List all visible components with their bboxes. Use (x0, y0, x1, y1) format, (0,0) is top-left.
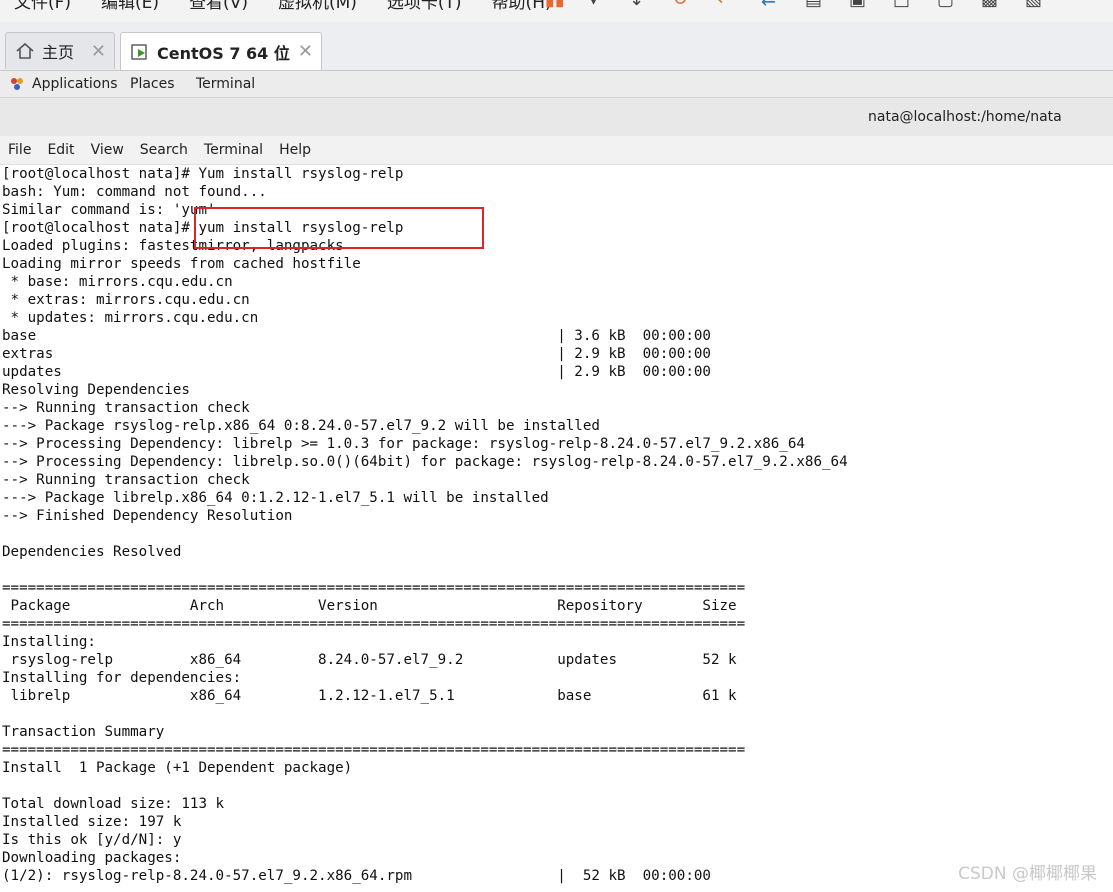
terminal-line: Transaction Summary (2, 724, 165, 740)
terminal-line: ---> Package rsyslog-relp.x86_64 0:8.24.… (2, 418, 600, 434)
terminal-output[interactable]: [root@localhost nata]# Yum install rsysl… (2, 165, 1102, 892)
terminal-line: [root@localhost nata]# yum install rsysl… (2, 220, 404, 236)
terminal-menu-terminal[interactable]: Terminal (196, 136, 271, 164)
terminal-titlebar[interactable]: nata@localhost:/home/nata (0, 97, 1113, 137)
terminal-line: Dependencies Resolved (2, 544, 182, 560)
menu-help[interactable]: 帮助(H) (492, 0, 552, 13)
fullscreen-icon[interactable]: □ (893, 0, 917, 9)
terminal-line: ---> Package librelp.x86_64 0:1.2.12-1.e… (2, 490, 549, 506)
tab-home[interactable]: 主页 ✕ (5, 32, 115, 69)
terminal-line: --> Running transaction check (2, 472, 250, 488)
menu-file[interactable]: 文件(F) (14, 0, 71, 13)
terminal-line: Resolving Dependencies (2, 382, 190, 398)
menu-tabs[interactable]: 选项卡(T) (387, 0, 462, 13)
terminal-line: Similar command is: 'yum' (2, 202, 216, 218)
terminal-line: Loaded plugins: fastestmirror, langpacks (2, 238, 344, 254)
vmware-menubar: 文件(F) 编辑(E) 查看(V) 虚拟机(M) 选项卡(T) 帮助(H) ▮▮… (0, 0, 1113, 22)
terminal-app-menu[interactable]: Terminal (196, 76, 255, 92)
terminal-line: bash: Yum: command not found... (2, 184, 267, 200)
terminal-line: Total download size: 113 k (2, 796, 225, 812)
terminal-line: extras | 2.9 kB 00:00:00 (2, 346, 711, 362)
terminal-menu-view[interactable]: View (83, 136, 132, 164)
pause-icon[interactable]: ▮▮ (545, 0, 569, 9)
terminal-line: * base: mirrors.cqu.edu.cn (2, 274, 233, 290)
close-icon[interactable]: ✕ (91, 41, 106, 62)
gnome-top-bar: Applications Places Terminal (0, 71, 1113, 97)
terminal-line: Installing: (2, 634, 96, 650)
terminal-menu-help[interactable]: Help (271, 136, 319, 164)
terminal-line: --> Running transaction check (2, 400, 250, 416)
places-menu[interactable]: Places (130, 76, 175, 92)
snapshot-icon[interactable]: ↺ (673, 0, 697, 9)
terminal-line: * extras: mirrors.cqu.edu.cn (2, 292, 250, 308)
library-icon[interactable]: ▧ (1025, 0, 1049, 9)
terminal-line: Install 1 Package (+1 Dependent package) (2, 760, 353, 776)
manage-snapshots-icon[interactable]: ⇄ (761, 0, 785, 9)
view-icon[interactable]: ▩ (981, 0, 1005, 9)
tab-home-label: 主页 (42, 43, 75, 62)
terminal-line: rsyslog-relp x86_64 8.24.0-57.el7_9.2 up… (2, 652, 737, 668)
unity-icon[interactable]: ▢ (937, 0, 961, 9)
sidebar-icon[interactable]: ▤ (805, 0, 829, 9)
applications-menu[interactable]: Applications (32, 76, 118, 92)
terminal-line: --> Finished Dependency Resolution (2, 508, 293, 524)
terminal-menu-file[interactable]: File (0, 136, 39, 164)
dropdown-icon[interactable]: ▾ (589, 0, 599, 9)
terminal-line: Is this ok [y/d/N]: y (2, 832, 182, 848)
terminal-line: * updates: mirrors.cqu.edu.cn (2, 310, 259, 326)
tab-centos[interactable]: CentOS 7 64 位 ✕ (120, 32, 322, 70)
vm-icon (129, 41, 151, 63)
terminal-line: ========================================… (2, 580, 746, 596)
terminal-line: librelp x86_64 1.2.12-1.el7_5.1 base 61 … (2, 688, 737, 704)
terminal-line: base | 3.6 kB 00:00:00 (2, 328, 711, 344)
terminal-line: Downloading packages: (2, 850, 182, 866)
terminal-line: Installed size: 197 k (2, 814, 182, 830)
terminal-line: (1/2): rsyslog-relp-8.24.0-57.el7_9.2.x8… (2, 868, 711, 884)
terminal-line: --> Processing Dependency: librelp.so.0(… (2, 454, 848, 470)
terminal-line: Installing for dependencies: (2, 670, 242, 686)
vmware-toolbar: ▮▮ ▾ ↧ ↺ ← ⇄ ▤ ▣ □ ▢ ▩ ▧ (545, 0, 1069, 9)
highlight-box (194, 207, 484, 249)
send-keys-icon[interactable]: ↧ (629, 0, 653, 9)
terminal-line: [root@localhost nata]# Yum install rsysl… (2, 166, 404, 182)
terminal-line: Loading mirror speeds from cached hostfi… (2, 256, 361, 272)
terminal-menu-search[interactable]: Search (132, 136, 196, 164)
terminal-menubar: File Edit View Search Terminal Help (0, 136, 1113, 165)
terminal-line: Package Arch Version Repository Size (2, 598, 737, 614)
terminal-line: updates | 2.9 kB 00:00:00 (2, 364, 711, 380)
close-icon[interactable]: ✕ (298, 41, 313, 62)
console-icon[interactable]: ▣ (849, 0, 873, 9)
menu-view[interactable]: 查看(V) (189, 0, 248, 13)
applications-icon (9, 76, 25, 96)
menu-vm[interactable]: 虚拟机(M) (278, 0, 357, 13)
home-icon (14, 40, 36, 62)
terminal-line: ========================================… (2, 616, 746, 632)
tab-centos-label: CentOS 7 64 位 (157, 43, 290, 63)
vmware-menu: 文件(F) 编辑(E) 查看(V) 虚拟机(M) 选项卡(T) 帮助(H) (14, 0, 552, 13)
watermark: CSDN @椰椰椰果 (958, 864, 1097, 884)
terminal-line: ========================================… (2, 742, 746, 758)
revert-icon[interactable]: ← (717, 0, 741, 9)
terminal-menu-edit[interactable]: Edit (39, 136, 82, 164)
window-title: nata@localhost:/home/nata (868, 109, 1062, 125)
terminal-line: --> Processing Dependency: librelp >= 1.… (2, 436, 805, 452)
tab-strip: 主页 ✕ CentOS 7 64 位 ✕ (0, 22, 1113, 71)
menu-edit[interactable]: 编辑(E) (101, 0, 159, 13)
